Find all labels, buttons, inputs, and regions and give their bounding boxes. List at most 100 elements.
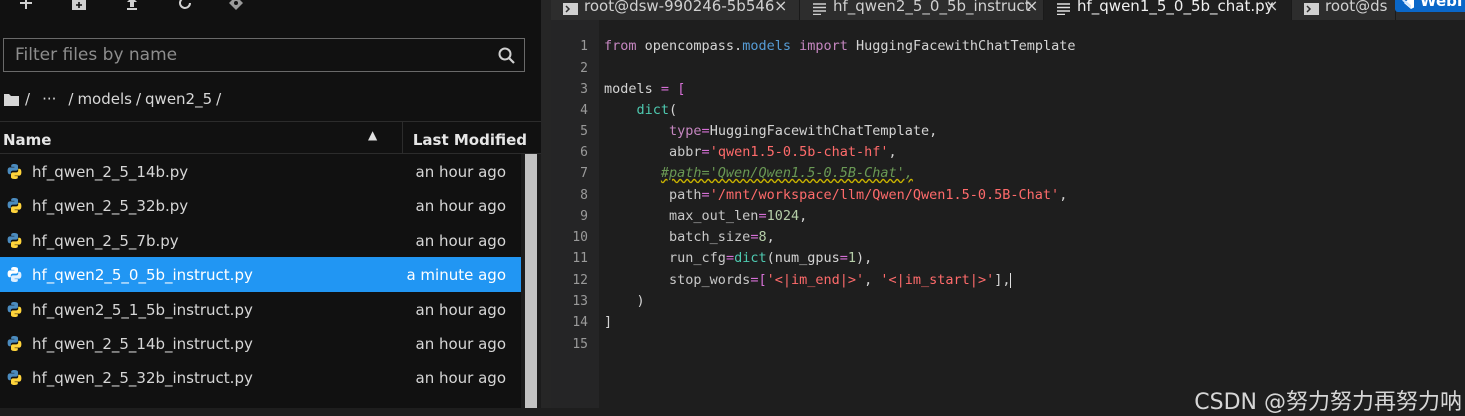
file-name: hf_qwen2_5_1_5b_instruct.py [32,300,253,319]
folder-icon[interactable] [4,93,19,106]
breadcrumb-ellipsis[interactable]: ··· [42,90,56,108]
close-icon[interactable]: × [774,0,787,15]
punctuation: , [864,272,881,288]
file-row[interactable]: hf_qwen2_5_0_5b_instruct.py a minute ago [0,257,521,292]
line-number: 15 [572,337,588,352]
file-modified: an hour ago [415,369,506,388]
operator: = [701,187,710,203]
tab-hf-qwen1-5-0-5b-chat[interactable]: hf_qwen1_5_0_5b_chat.py × [1044,0,1292,20]
code-line-9[interactable]: max_out_len=1024, [604,208,807,224]
code-line-14[interactable]: ] [604,314,612,330]
code-line-8[interactable]: path='/mnt/workspace/llm/Qwen/Qwen1.5-0.… [604,187,1067,203]
tab-hf-qwen2-5-0-5b-instruct[interactable]: hf_qwen2_5_0_5b_instruct × [800,0,1044,20]
code-line-3[interactable]: models = [ [604,81,685,97]
python-file-icon [7,267,22,283]
file-row[interactable]: hf_qwen_2_5_14b_instruct.py an hour ago [0,326,521,360]
breadcrumb-separator: / [68,90,74,108]
keyword-arg: num_gpus [774,250,840,266]
search-icon[interactable] [497,46,517,66]
code-line-11[interactable]: run_cfg=dict(num_gpus=1), [604,250,872,266]
number-literal: 1 [847,250,857,266]
python-file-icon [7,164,22,179]
string-literal: 'qwen1.5-0.5b-chat-hf' [709,144,889,160]
punctuation: , [929,123,938,139]
code-line-10[interactable]: batch_size=8, [604,229,775,245]
file-name: hf_qwen_2_5_14b_instruct.py [32,334,253,353]
column-divider[interactable] [402,122,403,153]
identifier: models [604,81,653,97]
file-name: hf_qwen2_5_0_5b_instruct.py [32,266,253,285]
web-ide-badge[interactable]: WebI [1395,0,1465,12]
tab-label: root@ds [1325,0,1388,15]
code-line-6[interactable]: abbr='qwen1.5-0.5b-chat-hf', [604,144,897,160]
keyword-arg: abbr [669,144,702,160]
file-row[interactable]: hf_qwen_2_5_32b_instruct.py an hour ago [0,360,521,394]
file-modified: an hour ago [415,197,506,216]
punctuation: , [1059,187,1068,203]
paren: ) [636,293,645,309]
identifier: opencompass. [644,38,743,54]
punctuation: ], [994,272,1011,288]
operator: = [701,144,710,160]
line-number: 10 [572,230,588,245]
breadcrumb-qwen2_5[interactable]: qwen2_5 [145,90,212,108]
python-file-icon [7,198,22,214]
code-line-13[interactable]: ) [604,293,645,309]
operator: = [839,250,848,266]
plus-icon[interactable] [13,0,39,20]
column-header-last-modified[interactable]: Last Modified [413,131,527,149]
code-editor[interactable]: 1 2 3 4 5 6 7 8 9 10 11 12 13 14 15 from opencompass.m… [551,20,1465,415]
tab-label: hf_qwen1_5_0_5b_chat.py [1077,0,1274,15]
sort-ascending-icon[interactable]: ▲ [368,128,377,142]
code-line-5[interactable]: type=HuggingFacewithChatTemplate, [604,123,937,139]
breadcrumb-models[interactable]: models [77,90,132,108]
filter-input[interactable] [4,39,484,71]
close-icon[interactable]: × [1025,0,1038,15]
file-list-header: Name ▲ Last Modified [0,121,541,154]
refresh-icon[interactable] [172,0,198,20]
python-file-icon [7,301,22,317]
file-row[interactable]: hf_qwen_2_5_14b.py an hour ago [0,154,521,188]
git-icon[interactable] [223,0,249,20]
tab-terminal-1[interactable]: root@dsw-990246-5b546 × [551,0,800,20]
line-number: 7 [580,166,588,181]
code-line-4[interactable]: dict( [604,102,678,118]
breadcrumb: / ··· / models / qwen2_5 / [4,88,221,110]
keyword-arg: batch_size [669,229,751,245]
breadcrumb-root[interactable]: / [25,90,30,108]
operator: = [725,250,735,266]
string-literal: '/mnt/workspace/llm/Qwen/Qwen1.5-0.5B-Ch… [709,187,1060,203]
keyword-arg: run_cfg [669,250,726,266]
file-row[interactable]: hf_qwen_2_5_32b.py an hour ago [0,188,521,222]
code-line-1[interactable]: from opencompass.models import HuggingFa… [604,38,1076,54]
vscode-icon [1402,0,1414,9]
tab-terminal-2[interactable]: root@ds [1292,0,1396,20]
upload-icon[interactable] [119,0,145,20]
close-icon[interactable]: × [1265,0,1278,15]
panel-splitter[interactable] [541,0,551,408]
new-folder-icon[interactable] [66,0,92,20]
line-number: 11 [572,251,588,266]
file-row[interactable]: hf_qwen2_5_1_5b_instruct.py an hour ago [0,292,521,326]
line-number: 9 [580,209,588,224]
column-header-name[interactable]: Name [3,131,51,149]
paren: ( [669,102,678,118]
file-browser-toolbar [0,0,541,22]
string-literal: '<|im_start|>' [880,272,995,288]
file-list: hf_qwen_2_5_14b.py an hour ago hf_qwen_2_5… [0,154,521,395]
line-number: 14 [572,315,588,330]
filter-box [3,38,525,72]
file-row[interactable]: hf_qwen_2_5_7b.py an hour ago [0,223,521,257]
code-line-12[interactable]: stop_words=['<|im_end|>', '<|im_start|>'… [604,272,1012,288]
number-literal: 8 [758,229,767,245]
operator: = [758,208,767,224]
line-number: 4 [580,103,588,118]
paren: ( [766,250,775,266]
operator: = [660,81,670,97]
scrollbar-thumb[interactable] [525,154,537,408]
file-list-scrollbar[interactable] [521,154,541,408]
identifier: models [742,38,791,54]
code-line-7[interactable]: #path='Qwen/Qwen1.5-0.5B-Chat', [604,165,913,181]
file-modified: an hour ago [415,231,506,250]
python-file-icon [7,335,22,351]
